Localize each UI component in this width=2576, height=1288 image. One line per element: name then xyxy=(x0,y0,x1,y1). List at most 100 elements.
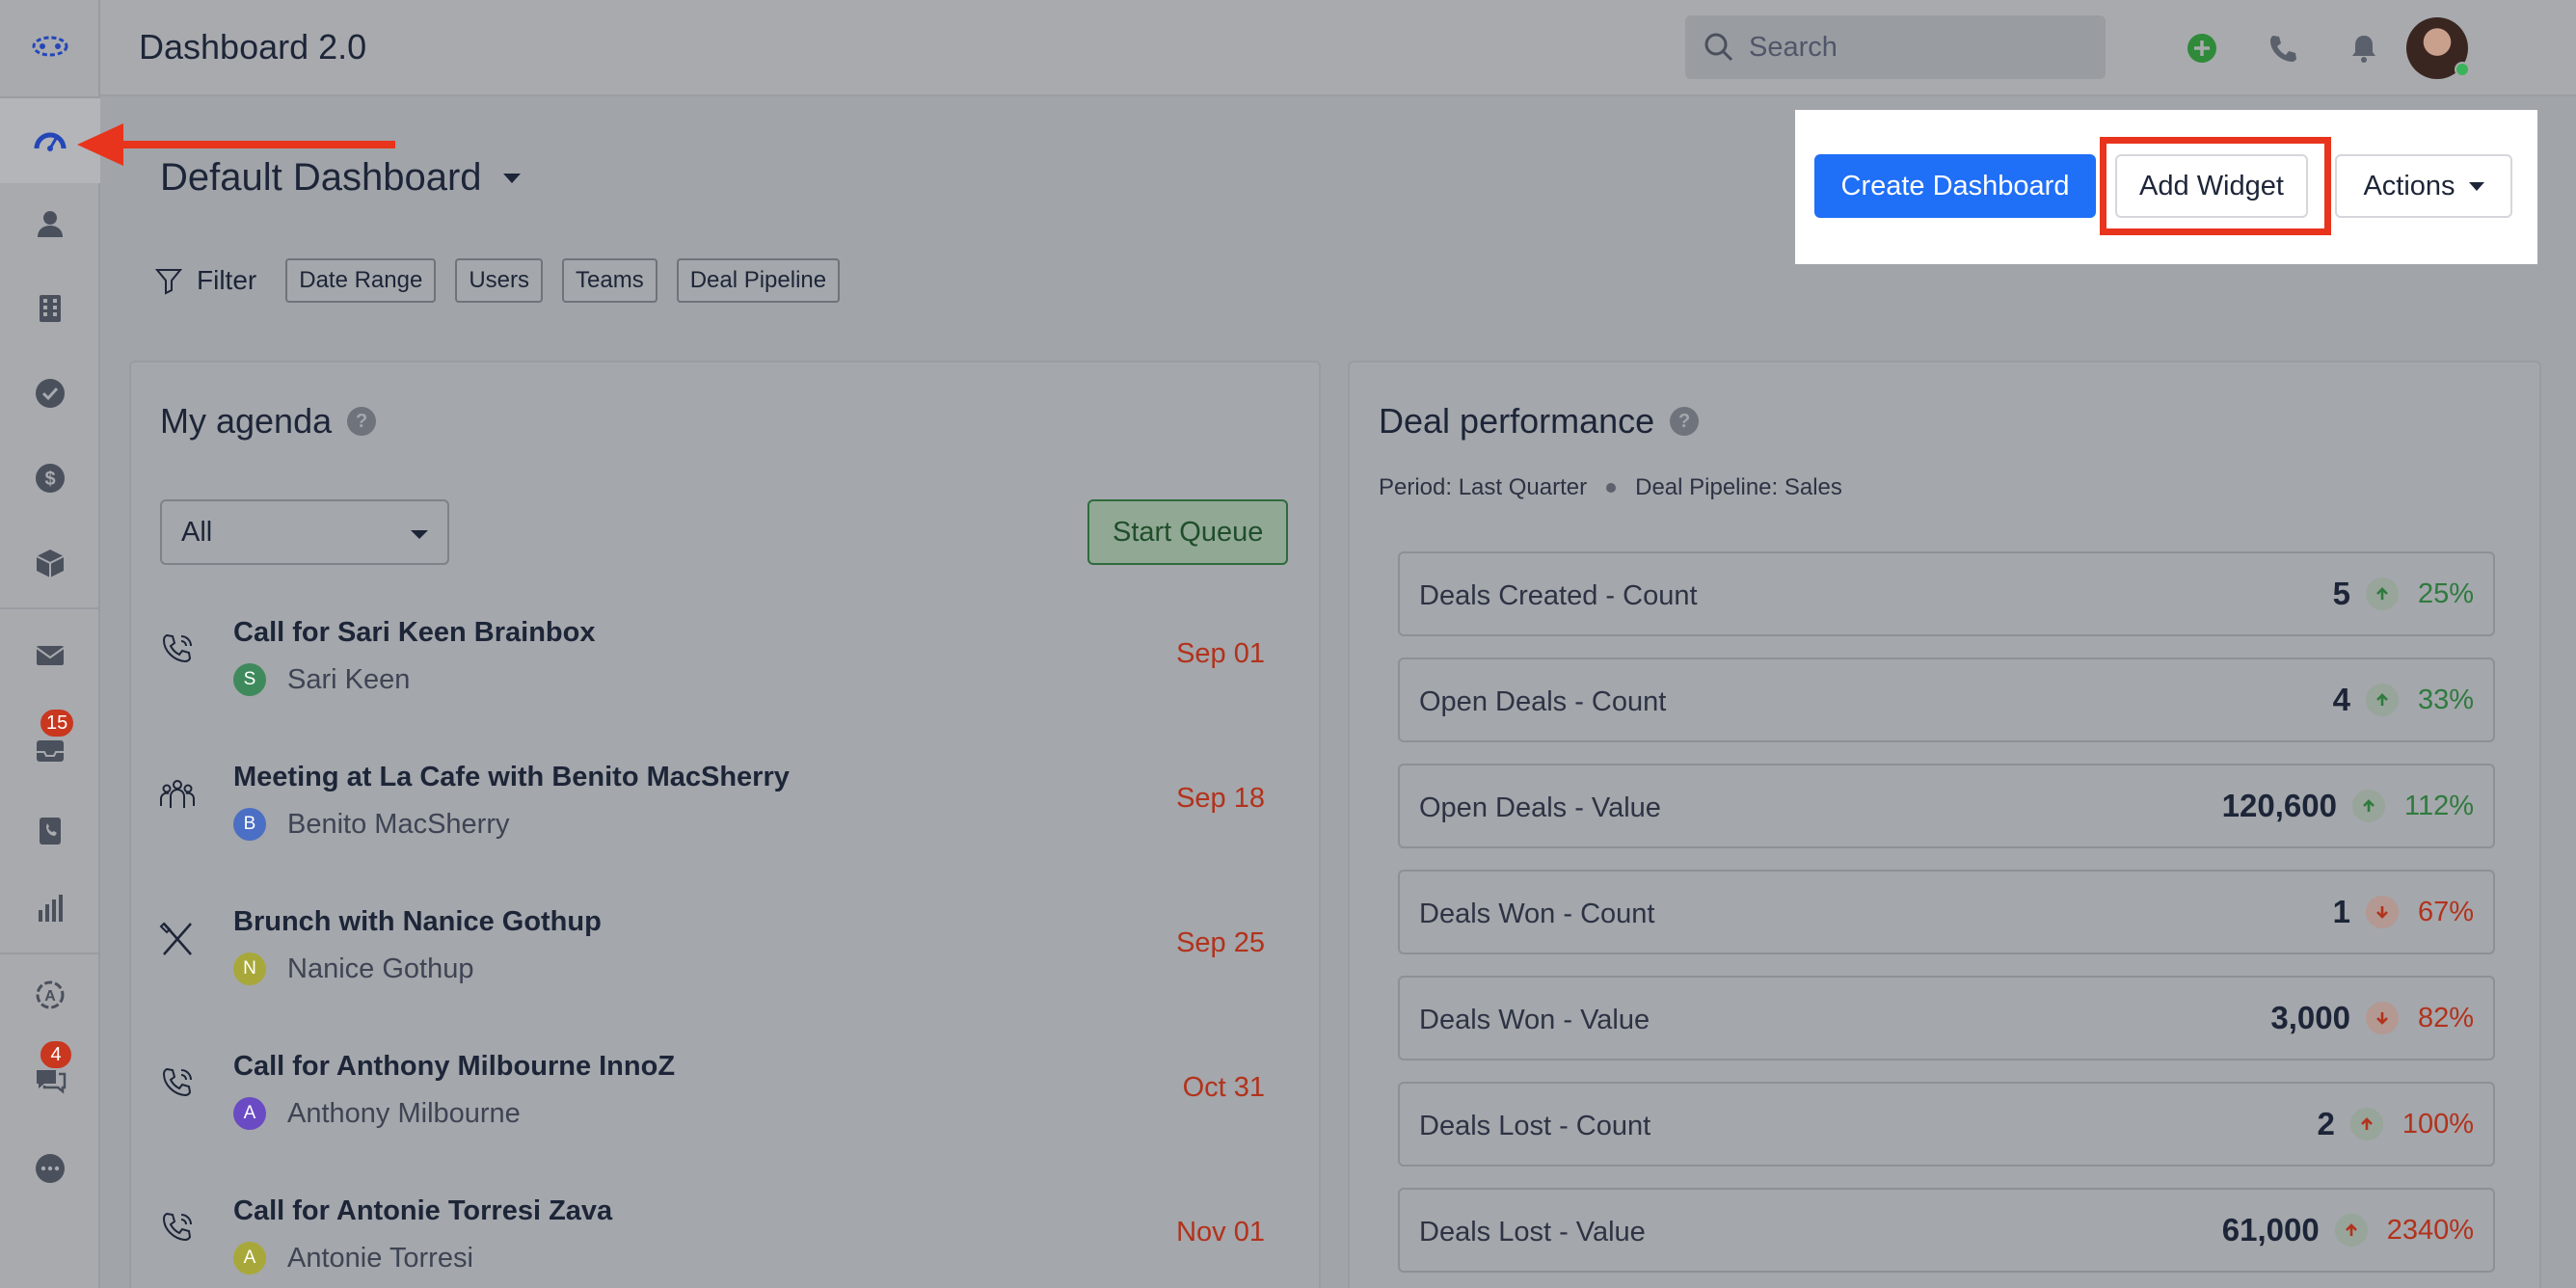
agenda-item-contact[interactable]: B Benito MacSherry xyxy=(233,808,510,841)
contact-name[interactable]: Anthony Milbourne xyxy=(287,1098,521,1130)
agenda-title-text: My agenda xyxy=(160,401,333,441)
actions-label: Actions xyxy=(2363,170,2455,201)
separator-dot xyxy=(1606,483,1617,493)
agenda-item-title[interactable]: Meeting at La Cafe with Benito MacSherry xyxy=(233,762,790,793)
metric-label: Open Deals - Count xyxy=(1419,686,1667,717)
sidebar-item-more[interactable] xyxy=(0,1126,100,1211)
filter-label[interactable]: Filter xyxy=(197,265,256,296)
chat-badge: 4 xyxy=(39,1039,73,1070)
agenda-item-contact[interactable]: A Antonie Torresi xyxy=(233,1242,473,1275)
agenda-card: My agenda ? All Start Queue Call for Sar… xyxy=(129,361,1321,1288)
page-title: Dashboard 2.0 xyxy=(139,27,367,67)
agenda-item-title[interactable]: Call for Anthony Milbourne InnoZ xyxy=(233,1051,675,1083)
sidebar-item-contacts[interactable] xyxy=(0,181,100,266)
sidebar-item-automation[interactable]: A xyxy=(0,953,100,1037)
actions-button[interactable]: Actions xyxy=(2335,154,2512,218)
metric-row[interactable]: Deals Won - Value 3,000 82% xyxy=(1398,976,2495,1060)
phone-call-icon xyxy=(162,1067,192,1097)
arrow-up-icon xyxy=(2349,1108,2383,1140)
search-box[interactable] xyxy=(1685,15,2106,79)
filter-icon[interactable] xyxy=(154,266,183,295)
contact-name[interactable]: Benito MacSherry xyxy=(287,809,510,841)
metric-percent-change: 33% xyxy=(2417,684,2474,715)
add-icon[interactable] xyxy=(2183,29,2221,67)
annotation-arrow-head xyxy=(77,123,123,166)
metric-row[interactable]: Deals Won - Count 1 67% xyxy=(1398,870,2495,954)
start-queue-button[interactable]: Start Queue xyxy=(1087,499,1289,565)
contact-name[interactable]: Sari Keen xyxy=(287,664,410,696)
sidebar-item-tasks[interactable] xyxy=(0,351,100,436)
annotation-arrow-line xyxy=(108,141,395,148)
agenda-item-contact[interactable]: S Sari Keen xyxy=(233,663,410,696)
metric-values: 61,000 2340% xyxy=(2222,1190,2474,1271)
logo-icon[interactable] xyxy=(0,4,100,89)
box-icon xyxy=(36,550,65,577)
metric-row[interactable]: Deals Created - Count 5 25% xyxy=(1398,551,2495,636)
contact-initial-avatar: S xyxy=(233,663,266,696)
create-dashboard-button[interactable]: Create Dashboard xyxy=(1814,154,2096,218)
help-icon[interactable]: ? xyxy=(347,407,377,436)
metric-value: 4 xyxy=(2332,682,2350,717)
sidebar-item-companies[interactable] xyxy=(0,266,100,351)
agenda-item-title[interactable]: Brunch with Nanice Gothup xyxy=(233,906,602,938)
building-icon xyxy=(40,295,61,322)
agenda-item[interactable]: Call for Antonie Torresi Zava A Antonie … xyxy=(131,1172,1323,1288)
metric-percent-change: 100% xyxy=(2402,1108,2474,1140)
sidebar-item-products[interactable] xyxy=(0,521,100,605)
filter-chip-deal-pipeline[interactable]: Deal Pipeline xyxy=(676,258,841,303)
inbox-badge: 15 xyxy=(39,708,76,738)
metric-value: 61,000 xyxy=(2221,1212,2320,1248)
agenda-item[interactable]: Call for Anthony Milbourne InnoZ A Antho… xyxy=(131,1028,1323,1172)
metric-values: 1 67% xyxy=(2333,872,2474,953)
filter-chip-teams[interactable]: Teams xyxy=(562,258,657,303)
people-icon xyxy=(160,780,195,808)
metric-row[interactable]: Open Deals - Value 120,600 112% xyxy=(1398,764,2495,848)
chevron-down-icon xyxy=(411,530,428,539)
metric-percent-change: 25% xyxy=(2417,577,2474,609)
phone-icon[interactable] xyxy=(2264,29,2302,67)
arrow-up-icon xyxy=(2334,1214,2368,1247)
metric-row[interactable]: Deals Lost - Count 2 100% xyxy=(1398,1082,2495,1167)
search-input[interactable] xyxy=(1749,31,2077,64)
help-icon[interactable]: ? xyxy=(1670,407,1700,436)
metric-row[interactable]: Deals Lost - Value 61,000 2340% xyxy=(1398,1188,2495,1273)
annotation-highlight-box xyxy=(2100,137,2331,235)
check-circle-icon xyxy=(36,379,65,408)
metric-label: Deals Won - Count xyxy=(1419,899,1655,929)
agenda-item[interactable]: Meeting at La Cafe with Benito MacSherry… xyxy=(131,738,1323,883)
agenda-item[interactable]: Brunch with Nanice Gothup N Nanice Gothu… xyxy=(131,883,1323,1028)
contact-initial-avatar: B xyxy=(233,808,266,841)
sidebar-item-phone-book[interactable] xyxy=(0,789,100,873)
filter-row: Filter Date Range Users Teams Deal Pipel… xyxy=(154,258,859,303)
phone-call-icon xyxy=(162,1212,192,1242)
metric-percent-change: 67% xyxy=(2417,896,2474,927)
filter-chip-users[interactable]: Users xyxy=(455,258,543,303)
bell-icon[interactable] xyxy=(2345,29,2383,67)
agenda-item-title[interactable]: Call for Antonie Torresi Zava xyxy=(233,1195,612,1227)
sidebar-item-email[interactable] xyxy=(0,613,100,698)
contact-name[interactable]: Antonie Torresi xyxy=(287,1243,473,1275)
agenda-item-date: Oct 31 xyxy=(1182,1072,1265,1103)
agenda-item-title[interactable]: Call for Sari Keen Brainbox xyxy=(233,617,596,649)
agenda-item-contact[interactable]: N Nanice Gothup xyxy=(233,953,473,985)
metric-values: 120,600 112% xyxy=(2222,765,2474,846)
agenda-item-date: Sep 25 xyxy=(1176,927,1265,958)
sidebar-item-reports[interactable] xyxy=(0,866,100,951)
metric-values: 2 100% xyxy=(2317,1084,2474,1165)
arrow-up-icon xyxy=(2365,577,2399,610)
agenda-item[interactable]: Call for Sari Keen Brainbox S Sari Keen … xyxy=(131,594,1323,738)
agenda-filter-select[interactable]: All xyxy=(160,499,449,565)
metric-values: 3,000 82% xyxy=(2270,978,2474,1059)
dollar-icon: $ xyxy=(36,464,65,493)
sidebar-item-deals[interactable]: $ xyxy=(0,436,100,521)
metric-row[interactable]: Open Deals - Count 4 33% xyxy=(1398,657,2495,742)
chevron-down-icon[interactable] xyxy=(503,174,521,183)
filter-chip-date-range[interactable]: Date Range xyxy=(285,258,437,303)
metric-label: Open Deals - Value xyxy=(1419,792,1661,823)
top-bar: Dashboard 2.0 ? xyxy=(100,0,2576,96)
fork-knife-icon xyxy=(159,922,192,955)
deal-period: Period: Last Quarter xyxy=(1379,474,1588,500)
agenda-item-contact[interactable]: A Anthony Milbourne xyxy=(233,1097,521,1130)
dashboard-title[interactable]: Default Dashboard xyxy=(160,156,482,200)
contact-name[interactable]: Nanice Gothup xyxy=(287,953,473,985)
